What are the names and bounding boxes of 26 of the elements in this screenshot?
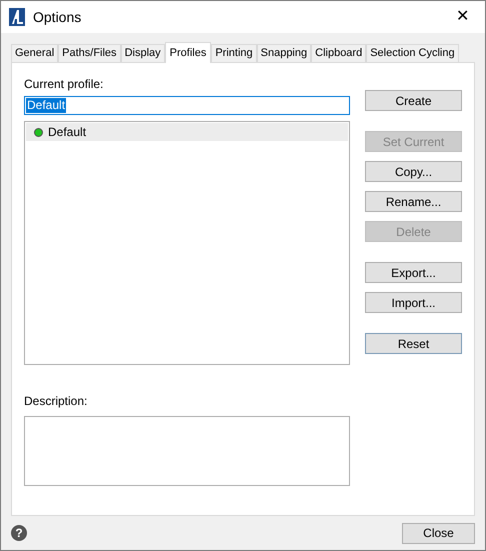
close-button[interactable]: Close: [402, 522, 475, 544]
logo-icon: [9, 8, 25, 26]
action-button[interactable]: Reset: [365, 333, 462, 354]
description-field[interactable]: [24, 416, 350, 486]
profile-item[interactable]: Default: [26, 123, 348, 141]
action-button[interactable]: Create: [365, 90, 462, 111]
action-button[interactable]: Copy...: [365, 161, 462, 182]
profile-name-field[interactable]: Default: [24, 96, 350, 115]
profile-name: Default: [48, 124, 86, 141]
close-button[interactable]: ✕: [448, 5, 477, 29]
tab[interactable]: Clipboard: [311, 44, 366, 62]
field-label: Description:: [24, 393, 88, 410]
action-button[interactable]: Rename...: [365, 191, 462, 212]
tab[interactable]: Printing: [211, 44, 257, 62]
tab[interactable]: Snapping: [256, 44, 312, 62]
tab[interactable]: Paths/Files: [58, 44, 121, 62]
tab[interactable]: Display: [120, 44, 165, 62]
tab[interactable]: General: [11, 44, 58, 62]
selected-text: Default: [26, 98, 66, 113]
tab[interactable]: Selection Cycling: [366, 44, 459, 62]
action-button[interactable]: Import...: [365, 292, 462, 313]
help-icon[interactable]: ?: [11, 525, 27, 541]
field-label: Current profile:: [24, 76, 104, 93]
tab[interactable]: Profiles: [164, 42, 212, 63]
window-title: Options: [33, 8, 82, 27]
action-button[interactable]: Export...: [365, 262, 462, 283]
